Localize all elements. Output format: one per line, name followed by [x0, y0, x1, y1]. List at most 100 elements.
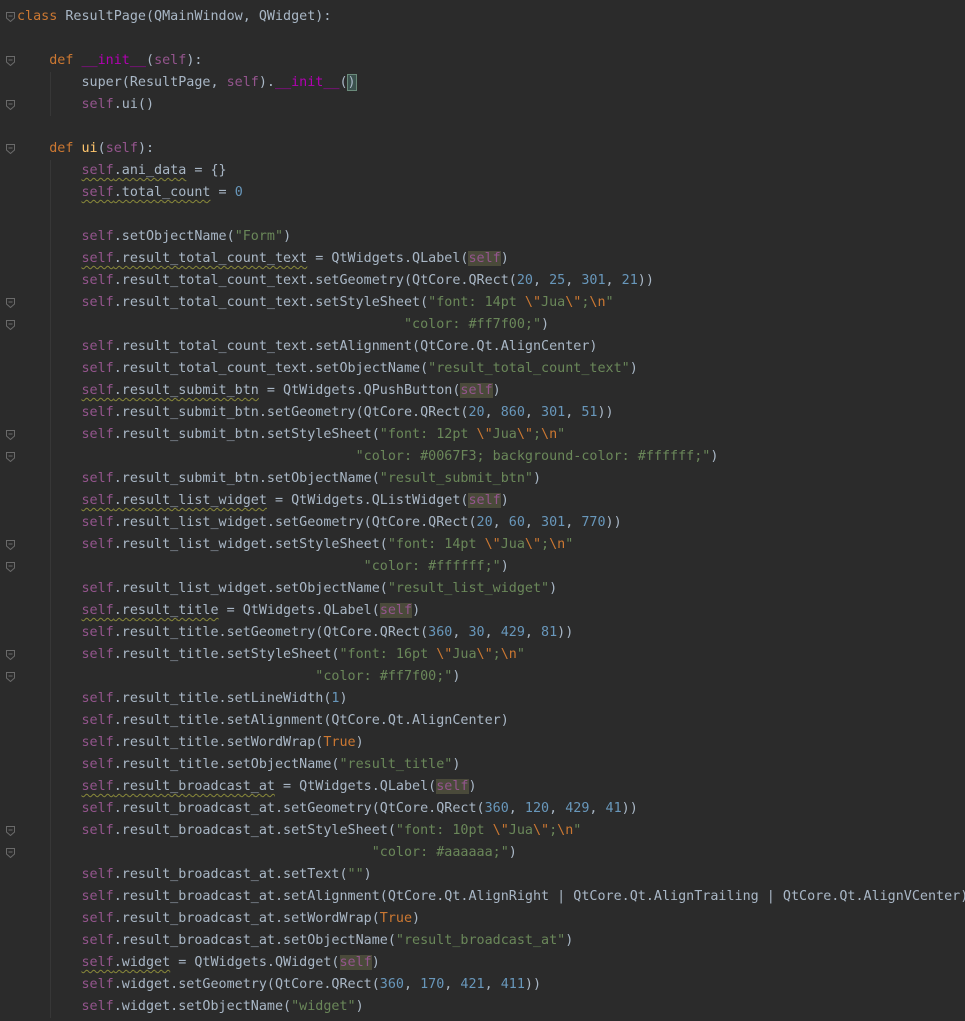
code-token: , — [492, 515, 509, 530]
code-line[interactable]: def __init__(self): — [17, 50, 965, 72]
code-line[interactable]: self.result_broadcast_at.setAlignment(Qt… — [17, 886, 965, 908]
code-line[interactable] — [17, 28, 965, 50]
fold-marker-icon[interactable] — [6, 540, 15, 550]
code-token: 170 — [420, 977, 445, 992]
fold-marker-icon[interactable] — [6, 848, 15, 858]
fold-marker-icon[interactable] — [6, 144, 15, 154]
code-line[interactable]: "color: #0067F3; background-color: #ffff… — [17, 446, 965, 468]
code-token: self — [81, 757, 114, 772]
code-line[interactable]: self.total_count = 0 — [17, 182, 965, 204]
code-line[interactable]: self.ani_data = {} — [17, 160, 965, 182]
code-line[interactable]: self.result_submit_btn.setStyleSheet("fo… — [17, 424, 965, 446]
code-token: \" — [524, 295, 542, 310]
fold-marker-icon[interactable] — [6, 452, 15, 462]
code-token: def — [49, 141, 74, 156]
code-line[interactable]: self.result_list_widget.setGeometry(QtCo… — [17, 512, 965, 534]
code-line[interactable]: def ui(self): — [17, 138, 965, 160]
code-editor[interactable]: class ResultPage(QMainWindow, QWidget): … — [0, 0, 965, 1021]
code-token: .result_title.setLineWidth( — [113, 691, 332, 706]
code-token: self — [81, 229, 114, 244]
code-line[interactable]: class ResultPage(QMainWindow, QWidget): — [17, 6, 965, 28]
code-line[interactable]: "color: #aaaaaa;") — [17, 842, 965, 864]
fold-marker-icon[interactable] — [6, 100, 15, 110]
code-token: class — [17, 9, 58, 24]
code-token: Jua — [541, 295, 566, 310]
code-token: 20 — [468, 405, 485, 420]
code-line[interactable]: self.ui() — [17, 94, 965, 116]
code-token: , — [565, 405, 582, 420]
fold-marker-icon[interactable] — [6, 826, 15, 836]
fold-marker-icon[interactable] — [6, 672, 15, 682]
code-line[interactable]: self.widget.setGeometry(QtCore.QRect(360… — [17, 974, 965, 996]
code-line[interactable]: self.result_broadcast_at.setGeometry(QtC… — [17, 798, 965, 820]
code-token: .setObjectName( — [113, 229, 235, 244]
code-line[interactable] — [17, 116, 965, 138]
code-token: ) — [500, 251, 509, 266]
code-token: 421 — [460, 977, 485, 992]
code-token: ) — [412, 603, 421, 618]
code-line[interactable]: self.result_list_widget.setStyleSheet("f… — [17, 534, 965, 556]
code-line[interactable]: self.result_title.setStyleSheet("font: 1… — [17, 644, 965, 666]
code-line[interactable]: self.result_submit_btn.setObjectName("re… — [17, 468, 965, 490]
code-line[interactable]: self.result_submit_btn.setGeometry(QtCor… — [17, 402, 965, 424]
fold-gutter[interactable] — [0, 0, 18, 1021]
code-token: self — [154, 53, 187, 68]
code-line[interactable]: "color: #ffffff;") — [17, 556, 965, 578]
code-token: , — [605, 273, 622, 288]
code-token: .total_count — [113, 185, 211, 200]
code-line[interactable]: self.result_title.setLineWidth(1) — [17, 688, 965, 710]
code-line[interactable] — [17, 204, 965, 226]
code-token: self — [81, 251, 114, 266]
code-line[interactable]: self.result_total_count_text.setGeometry… — [17, 270, 965, 292]
code-token: "font: 12pt — [379, 427, 477, 442]
code-line[interactable]: self.result_total_count_text.setStyleShe… — [17, 292, 965, 314]
code-token: " — [605, 295, 614, 310]
code-token: Jua — [452, 647, 477, 662]
code-token: 21 — [621, 273, 638, 288]
code-token: 41 — [605, 801, 622, 816]
fold-marker-icon[interactable] — [6, 650, 15, 660]
code-token: "result_list_widget" — [387, 581, 550, 596]
code-token: \n — [549, 537, 566, 552]
fold-marker-icon[interactable] — [6, 56, 15, 66]
code-token: "font: 10pt — [395, 823, 493, 838]
fold-marker-icon[interactable] — [6, 12, 15, 22]
code-line[interactable]: self.result_title.setAlignment(QtCore.Qt… — [17, 710, 965, 732]
code-token: = — [210, 185, 235, 200]
code-line[interactable]: self.widget.setObjectName("widget") — [17, 996, 965, 1018]
code-token: ) — [508, 845, 517, 860]
code-token: self — [105, 141, 138, 156]
code-line[interactable]: self.result_broadcast_at.setStyleSheet("… — [17, 820, 965, 842]
fold-marker-icon[interactable] — [6, 562, 15, 572]
code-line[interactable]: self.result_list_widget.setObjectName("r… — [17, 578, 965, 600]
code-token: ) — [283, 229, 292, 244]
fold-marker-icon[interactable] — [6, 430, 15, 440]
code-line[interactable]: "color: #ff7f00;") — [17, 666, 965, 688]
code-line[interactable]: self.result_total_count_text.setObjectNa… — [17, 358, 965, 380]
code-line[interactable]: self.result_total_count_text = QtWidgets… — [17, 248, 965, 270]
code-line[interactable]: self.widget = QtWidgets.QWidget(self) — [17, 952, 965, 974]
code-line[interactable]: self.result_title.setWordWrap(True) — [17, 732, 965, 754]
code-line[interactable]: self.result_total_count_text.setAlignmen… — [17, 336, 965, 358]
code-line[interactable]: self.setObjectName("Form") — [17, 226, 965, 248]
fold-marker-icon[interactable] — [6, 298, 15, 308]
code-line[interactable]: self.result_title.setObjectName("result_… — [17, 754, 965, 776]
code-line[interactable]: super(ResultPage, self).__init__() — [17, 72, 965, 94]
code-line[interactable]: self.result_submit_btn = QtWidgets.QPush… — [17, 380, 965, 402]
code-token: .result_total_count_text — [113, 251, 308, 266]
fold-marker-icon[interactable] — [6, 320, 15, 330]
code-line[interactable]: self.result_title = QtWidgets.QLabel(sel… — [17, 600, 965, 622]
code-line[interactable]: self.result_broadcast_at.setWordWrap(Tru… — [17, 908, 965, 930]
code-line[interactable]: self.result_broadcast_at = QtWidgets.QLa… — [17, 776, 965, 798]
code-line[interactable]: self.result_title.setGeometry(QtCore.QRe… — [17, 622, 965, 644]
code-line[interactable]: self.result_broadcast_at.setObjectName("… — [17, 930, 965, 952]
code-token: self — [81, 537, 114, 552]
code-token: .result_total_count_text.setGeometry(QtC… — [113, 273, 517, 288]
code-line[interactable]: self.result_broadcast_at.setText("") — [17, 864, 965, 886]
code-line[interactable]: "color: #ff7f00;") — [17, 314, 965, 336]
code-line[interactable]: self.result_list_widget = QtWidgets.QLis… — [17, 490, 965, 512]
